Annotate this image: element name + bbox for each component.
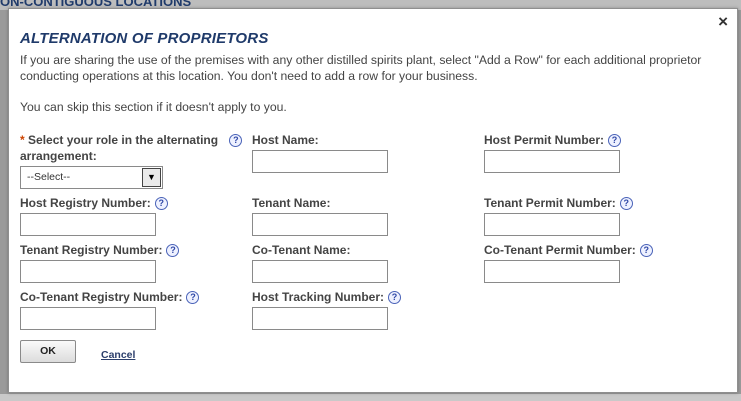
tenant-permit-input[interactable] <box>484 213 620 236</box>
host-permit-label-text: Host Permit Number: <box>484 133 605 147</box>
host-name-input[interactable] <box>252 150 388 173</box>
cotenant-name-label-text: Co-Tenant Name: <box>252 243 351 257</box>
help-icon[interactable]: ? <box>186 291 200 304</box>
cotenant-permit-label-text: Co-Tenant Permit Number: <box>484 243 636 257</box>
host-name-label: Host Name: <box>252 132 319 148</box>
close-icon[interactable]: × <box>718 12 728 32</box>
chevron-down-icon[interactable]: ▼ <box>142 168 161 187</box>
dialog-title: ALTERNATION OF PROPRIETORS <box>20 30 269 47</box>
role-field: * Select your role in the alternating ? … <box>20 132 245 164</box>
tenant-registry-input[interactable] <box>20 260 156 283</box>
help-icon[interactable]: ? <box>166 244 180 257</box>
host-name-label-text: Host Name: <box>252 133 319 147</box>
help-icon[interactable]: ? <box>154 197 168 210</box>
tenant-registry-label: Tenant Registry Number:? <box>20 242 180 258</box>
tenant-registry-label-text: Tenant Registry Number: <box>20 243 163 257</box>
tenant-name-input[interactable] <box>252 213 388 236</box>
host-permit-label: Host Permit Number:? <box>484 132 622 148</box>
tenant-permit-label-text: Tenant Permit Number: <box>484 196 616 210</box>
help-icon[interactable]: ? <box>608 134 622 147</box>
host-registry-label: Host Registry Number:? <box>20 195 168 211</box>
cotenant-name-input[interactable] <box>252 260 388 283</box>
cotenant-name-label: Co-Tenant Name: <box>252 242 350 258</box>
cotenant-permit-input[interactable] <box>484 260 620 283</box>
cotenant-registry-label-text: Co-Tenant Registry Number: <box>20 290 183 304</box>
host-tracking-label: Host Tracking Number:? <box>252 289 402 305</box>
tenant-permit-label: Tenant Permit Number:? <box>484 195 633 211</box>
cotenant-registry-input[interactable] <box>20 307 156 330</box>
help-icon[interactable]: ? <box>229 134 243 147</box>
alternation-dialog: × ALTERNATION OF PROPRIETORS If you are … <box>8 8 738 393</box>
ok-button[interactable]: OK <box>20 340 76 363</box>
tenant-name-label: Tenant Name: <box>252 195 330 211</box>
host-tracking-label-text: Host Tracking Number: <box>252 290 385 304</box>
cotenant-permit-label: Co-Tenant Permit Number:? <box>484 242 653 258</box>
role-label-line1: Select your role in the alternating <box>28 133 219 147</box>
help-icon[interactable]: ? <box>388 291 402 304</box>
host-registry-label-text: Host Registry Number: <box>20 196 151 210</box>
background-footer <box>0 394 741 401</box>
role-label: * Select your role in the alternating ? … <box>20 132 245 164</box>
role-label-line2: arrangement: <box>20 149 97 163</box>
required-marker: * <box>20 133 25 147</box>
host-tracking-input[interactable] <box>252 307 388 330</box>
role-select[interactable]: --Select-- ▼ <box>20 166 163 189</box>
role-select-value: --Select-- <box>27 171 71 183</box>
host-registry-input[interactable] <box>20 213 156 236</box>
dialog-description: If you are sharing the use of the premis… <box>20 53 702 83</box>
cancel-link[interactable]: Cancel <box>101 349 135 361</box>
tenant-name-label-text: Tenant Name: <box>252 196 331 210</box>
cotenant-registry-label: Co-Tenant Registry Number:? <box>20 289 200 305</box>
host-permit-input[interactable] <box>484 150 620 173</box>
help-icon[interactable]: ? <box>639 244 653 257</box>
skip-note: You can skip this section if it doesn't … <box>20 100 287 114</box>
help-icon[interactable]: ? <box>619 197 633 210</box>
